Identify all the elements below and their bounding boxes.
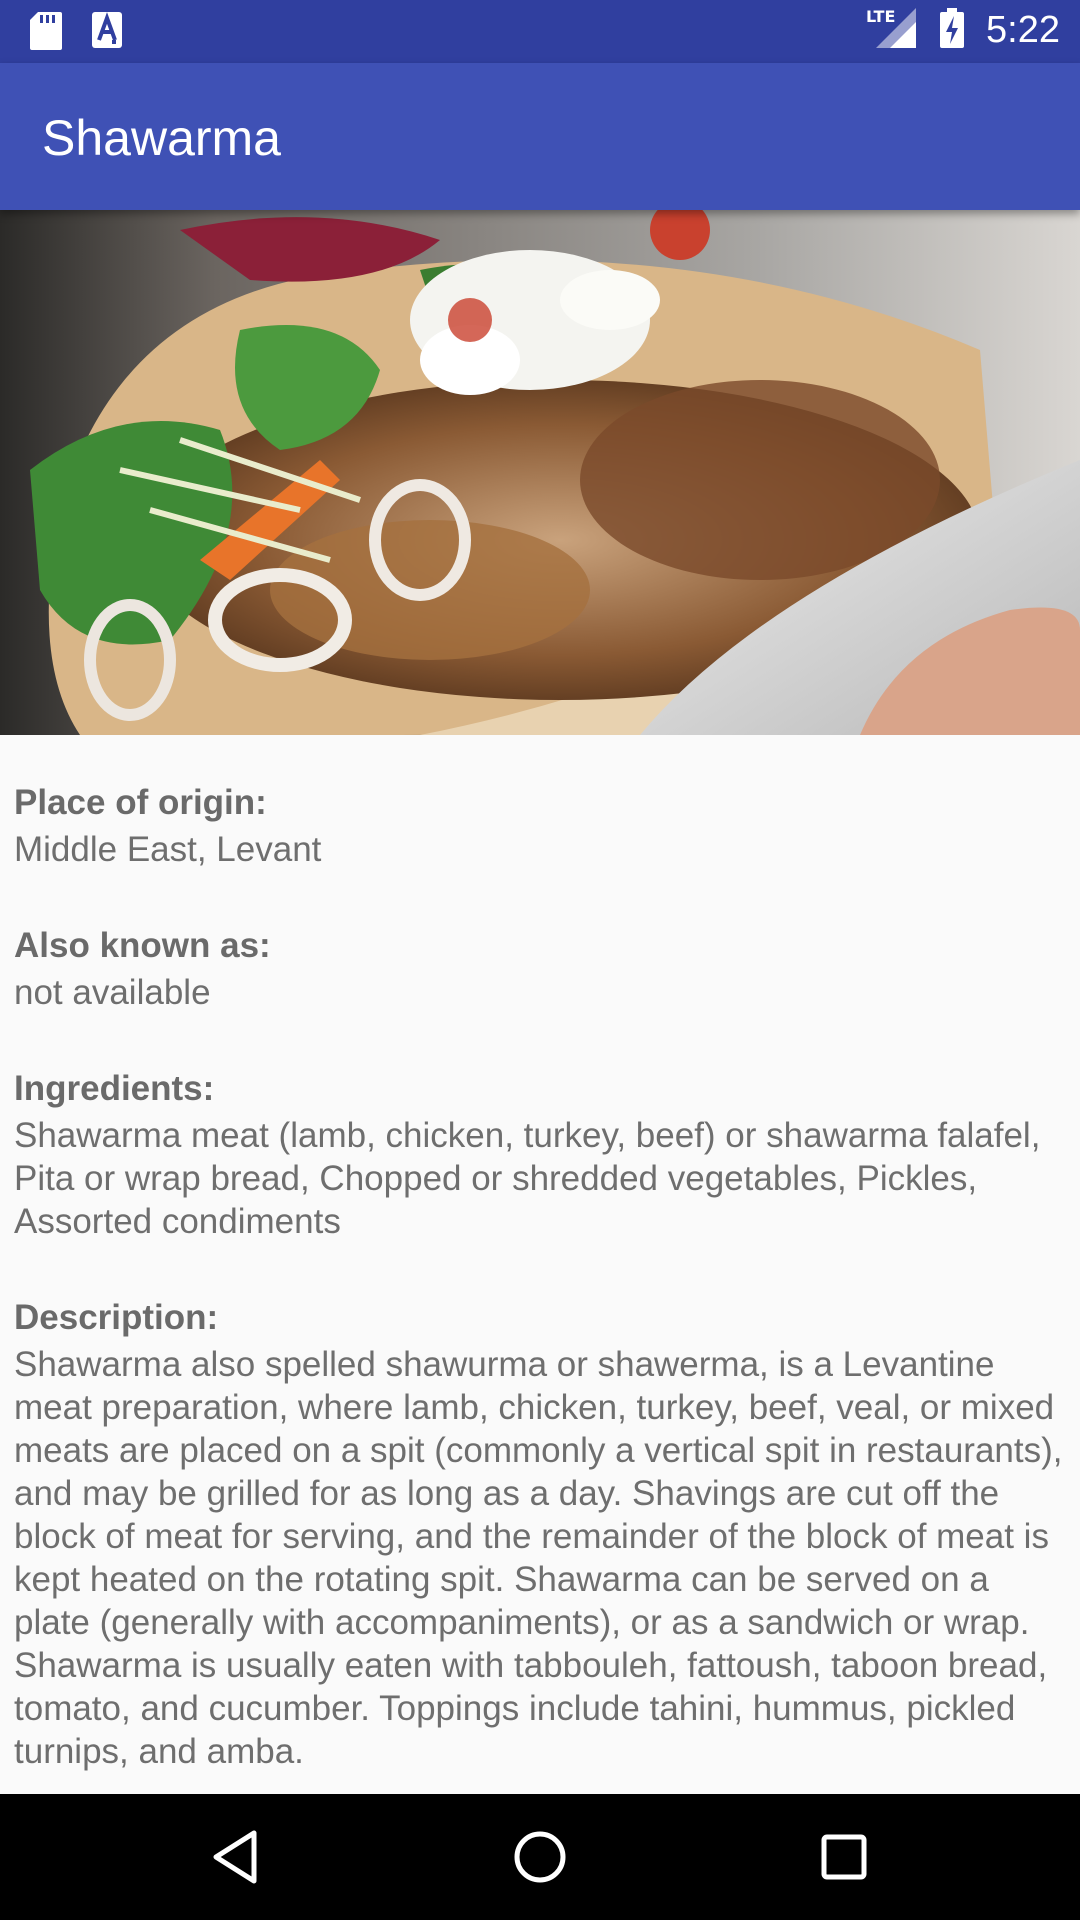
origin-value: Middle East, Levant [14, 830, 322, 869]
page-title: Shawarma [42, 110, 281, 166]
aka-section: Also known as: not available [14, 921, 1064, 1014]
food-image [0, 210, 1080, 735]
ingredients-section: Ingredients: Shawarma meat (lamb, chicke… [14, 1064, 1064, 1243]
description-label: Description: [14, 1298, 219, 1337]
recents-icon[interactable] [812, 1825, 876, 1889]
description-section: Description: Shawarma also spelled shawu… [14, 1293, 1064, 1773]
origin-section: Place of origin: Middle East, Levant [14, 778, 1064, 871]
lte-signal-icon: LTE [866, 6, 918, 55]
back-icon[interactable] [204, 1825, 268, 1889]
origin-label: Place of origin: [14, 783, 267, 822]
status-bar: LTE 5:22 [0, 0, 1080, 63]
navigation-bar [0, 1794, 1080, 1920]
battery-charging-icon [940, 8, 965, 53]
description-value: Shawarma also spelled shawurma or shawer… [14, 1345, 1063, 1771]
home-icon[interactable] [508, 1825, 572, 1889]
ingredients-label: Ingredients: [14, 1069, 215, 1108]
a-icon [92, 12, 122, 55]
ingredients-value: Shawarma meat (lamb, chicken, turkey, be… [14, 1116, 1041, 1241]
aka-label: Also known as: [14, 926, 271, 965]
sd-card-icon [30, 12, 62, 55]
clock: 5:22 [986, 9, 1060, 51]
lte-label: LTE [866, 7, 895, 26]
app-bar: Shawarma [0, 63, 1080, 210]
details-section: Place of origin: Middle East, Levant Als… [14, 778, 1064, 1823]
aka-value: not available [14, 973, 211, 1012]
